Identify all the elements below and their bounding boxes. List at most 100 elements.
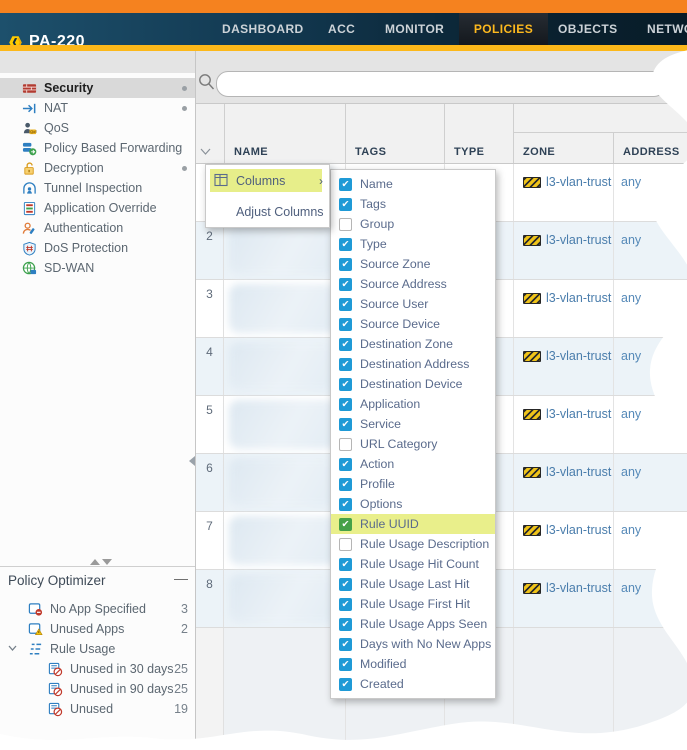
checkbox-icon[interactable]	[339, 598, 352, 611]
po-item-unused-30-days[interactable]: Unused in 30 days 25	[0, 659, 195, 679]
sidebar-item-sdwan[interactable]: SD-WAN	[0, 258, 195, 278]
po-item-rule-usage[interactable]: Rule Usage	[0, 639, 195, 659]
checkbox-icon[interactable]	[339, 458, 352, 471]
column-header-name[interactable]: NAME	[234, 146, 268, 158]
column-toggle-item[interactable]: Rule Usage Last Hit	[331, 574, 495, 594]
address-cell[interactable]: any	[621, 291, 641, 305]
checkbox-icon[interactable]	[339, 378, 352, 391]
menu-item-columns[interactable]: Columns ›	[206, 165, 329, 196]
collapse-sidebar-arrow[interactable]	[189, 456, 195, 466]
sidebar-item-application-override[interactable]: Application Override	[0, 198, 195, 218]
checkbox-icon[interactable]	[339, 278, 352, 291]
column-toggle-item[interactable]: Days with No New Apps	[331, 634, 495, 654]
checkbox-icon[interactable]	[339, 298, 352, 311]
column-toggle-item[interactable]: Rule UUID	[331, 514, 495, 534]
checkbox-icon[interactable]	[339, 678, 352, 691]
column-toggle-item[interactable]: Created	[331, 674, 495, 694]
tab-network[interactable]: NETWORK	[647, 13, 687, 45]
address-cell[interactable]: any	[621, 175, 641, 189]
tab-acc[interactable]: ACC	[328, 13, 355, 45]
column-toggle-item[interactable]: Source User	[331, 294, 495, 314]
tab-monitor[interactable]: MONITOR	[385, 13, 444, 45]
checkbox-icon[interactable]	[339, 518, 352, 531]
column-header-address[interactable]: ADDRESS	[623, 146, 680, 158]
column-toggle-item[interactable]: Destination Address	[331, 354, 495, 374]
column-toggle-item[interactable]: Source Address	[331, 274, 495, 294]
sidebar-item-tunnel-inspection[interactable]: Tunnel Inspection	[0, 178, 195, 198]
address-cell[interactable]: any	[621, 523, 641, 537]
column-header-zone[interactable]: ZONE	[523, 146, 555, 158]
zone-cell[interactable]: l3-vlan-trust	[523, 581, 611, 595]
zone-link[interactable]: l3-vlan-trust	[546, 523, 611, 537]
checkbox-icon[interactable]	[339, 218, 352, 231]
address-cell[interactable]: any	[621, 465, 641, 479]
column-toggle-item[interactable]: Rule Usage Description	[331, 534, 495, 554]
column-toggle-item[interactable]: Tags	[331, 194, 495, 214]
checkbox-icon[interactable]	[339, 198, 352, 211]
zone-link[interactable]: l3-vlan-trust	[546, 407, 611, 421]
po-item-unused-90-days[interactable]: Unused in 90 days 25	[0, 679, 195, 699]
column-header-tags[interactable]: TAGS	[355, 146, 386, 158]
checkbox-icon[interactable]	[339, 358, 352, 371]
address-cell[interactable]: any	[621, 581, 641, 595]
po-item-unused[interactable]: Unused 19	[0, 699, 195, 719]
zone-link[interactable]: l3-vlan-trust	[546, 233, 611, 247]
column-toggle-item[interactable]: Rule Usage Apps Seen	[331, 614, 495, 634]
checkbox-icon[interactable]	[339, 398, 352, 411]
column-toggle-item[interactable]: Options	[331, 494, 495, 514]
checkbox-icon[interactable]	[339, 438, 352, 451]
checkbox-icon[interactable]	[339, 318, 352, 331]
checkbox-icon[interactable]	[339, 638, 352, 651]
column-toggle-item[interactable]: Name	[331, 174, 495, 194]
column-toggle-item[interactable]: Source Device	[331, 314, 495, 334]
column-toggle-item[interactable]: Rule Usage Hit Count	[331, 554, 495, 574]
tab-policies[interactable]: POLICIES	[459, 13, 548, 45]
zone-cell[interactable]: l3-vlan-trust	[523, 175, 611, 189]
chevron-down-icon[interactable]	[8, 645, 17, 651]
column-toggle-item[interactable]: Profile	[331, 474, 495, 494]
menu-item-adjust-columns[interactable]: Adjust Columns	[206, 196, 329, 227]
sidebar-item-dos-protection[interactable]: DoS Protection	[0, 238, 195, 258]
column-toggle-item[interactable]: Type	[331, 234, 495, 254]
zone-cell[interactable]: l3-vlan-trust	[523, 233, 611, 247]
checkbox-icon[interactable]	[339, 478, 352, 491]
column-toggle-item[interactable]: URL Category	[331, 434, 495, 454]
column-toggle-item[interactable]: Destination Zone	[331, 334, 495, 354]
column-toggle-item[interactable]: Action	[331, 454, 495, 474]
checkbox-icon[interactable]	[339, 238, 352, 251]
tab-dashboard[interactable]: DASHBOARD	[222, 13, 304, 45]
tab-objects[interactable]: OBJECTS	[558, 13, 617, 45]
address-cell[interactable]: any	[621, 349, 641, 363]
column-toggle-item[interactable]: Modified	[331, 654, 495, 674]
sidebar-item-security[interactable]: Security	[0, 78, 195, 98]
column-toggle-item[interactable]: Group	[331, 214, 495, 234]
address-cell[interactable]: any	[621, 407, 641, 421]
checkbox-icon[interactable]	[339, 178, 352, 191]
sidebar-item-decryption[interactable]: Decryption	[0, 158, 195, 178]
column-menu-chevron-icon[interactable]	[200, 148, 211, 155]
column-toggle-item[interactable]: Rule Usage First Hit	[331, 594, 495, 614]
zone-link[interactable]: l3-vlan-trust	[546, 175, 611, 189]
sidebar-item-authentication[interactable]: Authentication	[0, 218, 195, 238]
zone-cell[interactable]: l3-vlan-trust	[523, 291, 611, 305]
checkbox-icon[interactable]	[339, 338, 352, 351]
sidebar-item-policy-based-forwarding[interactable]: Policy Based Forwarding	[0, 138, 195, 158]
search-input[interactable]	[216, 71, 666, 97]
checkbox-icon[interactable]	[339, 258, 352, 271]
column-toggle-item[interactable]: Service	[331, 414, 495, 434]
zone-cell[interactable]: l3-vlan-trust	[523, 465, 611, 479]
minimize-panel-button[interactable]: —	[174, 570, 188, 586]
column-toggle-item[interactable]: Destination Device	[331, 374, 495, 394]
po-item-no-app-specified[interactable]: No App Specified 3	[0, 599, 195, 619]
checkbox-icon[interactable]	[339, 578, 352, 591]
zone-cell[interactable]: l3-vlan-trust	[523, 523, 611, 537]
checkbox-icon[interactable]	[339, 538, 352, 551]
address-cell[interactable]: any	[621, 233, 641, 247]
checkbox-icon[interactable]	[339, 658, 352, 671]
column-header-type[interactable]: TYPE	[454, 146, 484, 158]
po-item-unused-apps[interactable]: Unused Apps 2	[0, 619, 195, 639]
sidebar-item-nat[interactable]: NAT	[0, 98, 195, 118]
zone-link[interactable]: l3-vlan-trust	[546, 581, 611, 595]
column-toggle-item[interactable]: Source Zone	[331, 254, 495, 274]
zone-link[interactable]: l3-vlan-trust	[546, 291, 611, 305]
